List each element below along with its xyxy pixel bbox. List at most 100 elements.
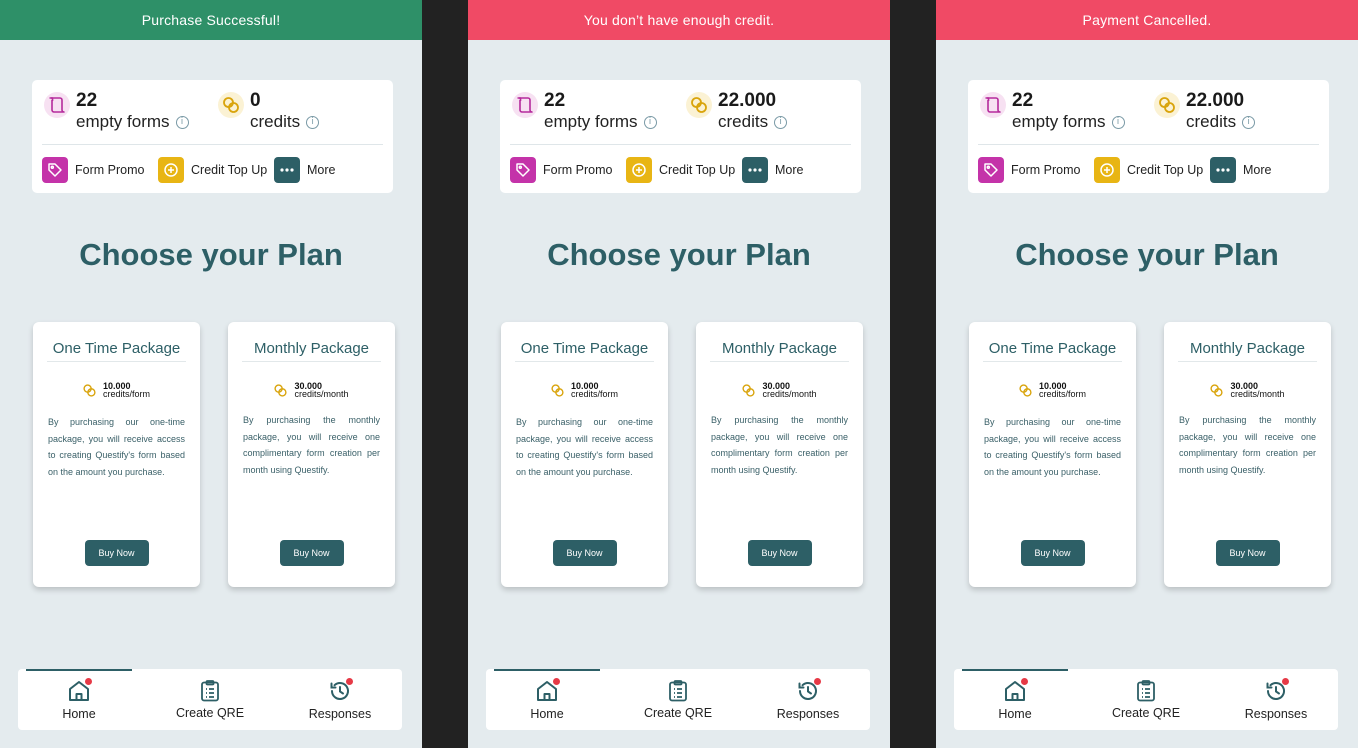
monthly-package-card: Monthly Package 30.000 credits/month By … bbox=[1164, 322, 1331, 587]
nav-item-create-qre[interactable]: Create QRE bbox=[155, 679, 265, 720]
nav-label-create-qre: Create QRE bbox=[1111, 706, 1181, 720]
credits-label: credits bbox=[718, 112, 769, 131]
package-title: Monthly Package bbox=[1178, 340, 1317, 362]
status-banner: You don’t have enough credit. bbox=[468, 0, 890, 40]
nav-label-responses: Responses bbox=[776, 707, 840, 721]
notification-dot bbox=[814, 678, 821, 685]
nav-label-responses: Responses bbox=[308, 707, 372, 721]
page-title: Choose your Plan bbox=[79, 237, 343, 272]
forms-label: empty forms bbox=[544, 112, 638, 131]
buy-now-button[interactable]: Buy Now bbox=[1020, 540, 1085, 566]
tag-icon bbox=[510, 157, 536, 183]
coins-icon bbox=[686, 92, 712, 118]
package-price: 10.000 credits/form bbox=[33, 382, 200, 399]
phone-screen-2: You don’t have enough credit. 22 empty f… bbox=[468, 0, 890, 748]
form-promo-button[interactable]: Form Promo bbox=[42, 157, 144, 183]
form-promo-button[interactable]: Form Promo bbox=[978, 157, 1080, 183]
info-icon[interactable]: i bbox=[1242, 115, 1256, 129]
buy-now-button[interactable]: Buy Now bbox=[84, 540, 149, 566]
one-time-package-card: One Time Package 10.000 credits/form By … bbox=[969, 322, 1136, 587]
monthly-package-card: Monthly Package 30.000 credits/month By … bbox=[228, 322, 395, 587]
more-button[interactable]: More bbox=[1210, 157, 1271, 183]
credits-stat: 22.000 credits i bbox=[686, 90, 788, 132]
form-promo-button[interactable]: Form Promo bbox=[510, 157, 612, 183]
credits-stat: 0 credits i bbox=[218, 90, 320, 132]
active-tab-indicator bbox=[26, 669, 132, 671]
credit-top-up-label: Credit Top Up bbox=[1127, 163, 1204, 177]
credits-label: credits bbox=[1186, 112, 1237, 131]
package-description: By purchasing our one-time package, you … bbox=[984, 417, 1121, 477]
buy-now-button[interactable]: Buy Now bbox=[552, 540, 617, 566]
tag-icon bbox=[978, 157, 1004, 183]
nav-item-home[interactable]: Home bbox=[960, 678, 1070, 721]
package-price: 10.000 credits/form bbox=[501, 382, 668, 399]
credit-top-up-label: Credit Top Up bbox=[659, 163, 736, 177]
nav-item-responses[interactable]: Responses bbox=[1221, 678, 1331, 721]
forms-label: empty forms bbox=[1012, 112, 1106, 131]
nav-item-create-qre[interactable]: Create QRE bbox=[623, 679, 733, 720]
history-icon bbox=[328, 678, 353, 703]
more-label: More bbox=[775, 163, 804, 177]
active-tab-indicator bbox=[962, 669, 1068, 671]
info-icon[interactable]: i bbox=[306, 115, 320, 129]
bottom-nav: Home Create QRE Responses bbox=[954, 669, 1338, 730]
nav-item-home[interactable]: Home bbox=[492, 678, 602, 721]
nav-label-responses: Responses bbox=[1244, 707, 1308, 721]
plus-circle-icon bbox=[626, 157, 652, 183]
more-icon bbox=[274, 157, 300, 183]
history-icon bbox=[796, 678, 821, 703]
phone-screen-3: Payment Cancelled. 22 empty forms i 22.0… bbox=[936, 0, 1358, 748]
nav-label-create-qre: Create QRE bbox=[643, 706, 713, 720]
notification-dot bbox=[1282, 678, 1289, 685]
package-price: 30.000 credits/month bbox=[1164, 382, 1331, 399]
credit-top-up-button[interactable]: Credit Top Up bbox=[626, 157, 735, 183]
info-icon[interactable]: i bbox=[175, 115, 189, 129]
credit-top-up-button[interactable]: Credit Top Up bbox=[1094, 157, 1203, 183]
form-promo-label: Form Promo bbox=[75, 163, 145, 177]
nav-item-responses[interactable]: Responses bbox=[753, 678, 863, 721]
divider bbox=[510, 144, 851, 145]
info-icon[interactable]: i bbox=[1111, 115, 1125, 129]
info-icon[interactable]: i bbox=[643, 115, 657, 129]
buy-now-button[interactable]: Buy Now bbox=[279, 540, 344, 566]
info-icon[interactable]: i bbox=[774, 115, 788, 129]
coins-icon bbox=[83, 383, 96, 397]
nav-item-home[interactable]: Home bbox=[24, 678, 134, 721]
credits-stat: 22.000 credits i bbox=[1154, 90, 1256, 132]
notification-dot bbox=[85, 678, 92, 685]
plus-circle-icon bbox=[158, 157, 184, 183]
page-title: Choose your Plan bbox=[547, 237, 811, 272]
coins-icon bbox=[1154, 92, 1180, 118]
status-banner: Payment Cancelled. bbox=[936, 0, 1358, 40]
coins-icon bbox=[551, 383, 564, 397]
forms-label: empty forms bbox=[76, 112, 170, 131]
coins-icon bbox=[1210, 383, 1224, 397]
buy-now-button[interactable]: Buy Now bbox=[1215, 540, 1280, 566]
credits-label: credits bbox=[250, 112, 301, 131]
nav-item-create-qre[interactable]: Create QRE bbox=[1091, 679, 1201, 720]
package-unit: credits/form bbox=[1038, 389, 1086, 399]
package-price: 30.000 credits/month bbox=[228, 382, 395, 399]
nav-label-home: Home bbox=[530, 707, 564, 721]
credit-top-up-button[interactable]: Credit Top Up bbox=[158, 157, 267, 183]
forms-stat: 22 empty forms i bbox=[980, 90, 1125, 132]
more-icon bbox=[1210, 157, 1236, 183]
more-label: More bbox=[1243, 163, 1272, 177]
more-button[interactable]: More bbox=[742, 157, 803, 183]
history-icon bbox=[1264, 678, 1289, 703]
forms-count: 22 bbox=[76, 90, 98, 111]
package-description: By purchasing the monthly package, you w… bbox=[243, 415, 380, 475]
nav-item-responses[interactable]: Responses bbox=[285, 678, 395, 721]
coins-icon bbox=[1019, 383, 1032, 397]
nav-label-create-qre: Create QRE bbox=[175, 706, 245, 720]
buy-now-button[interactable]: Buy Now bbox=[747, 540, 812, 566]
form-promo-label: Form Promo bbox=[543, 163, 613, 177]
more-icon bbox=[742, 157, 768, 183]
more-button[interactable]: More bbox=[274, 157, 335, 183]
monthly-package-card: Monthly Package 30.000 credits/month By … bbox=[696, 322, 863, 587]
divider bbox=[978, 144, 1319, 145]
account-summary-card: 22 empty forms i 0 credits i Form Promo … bbox=[32, 80, 393, 193]
form-icon bbox=[980, 92, 1006, 118]
package-unit: credits/form bbox=[570, 389, 618, 399]
package-title: One Time Package bbox=[47, 340, 186, 362]
